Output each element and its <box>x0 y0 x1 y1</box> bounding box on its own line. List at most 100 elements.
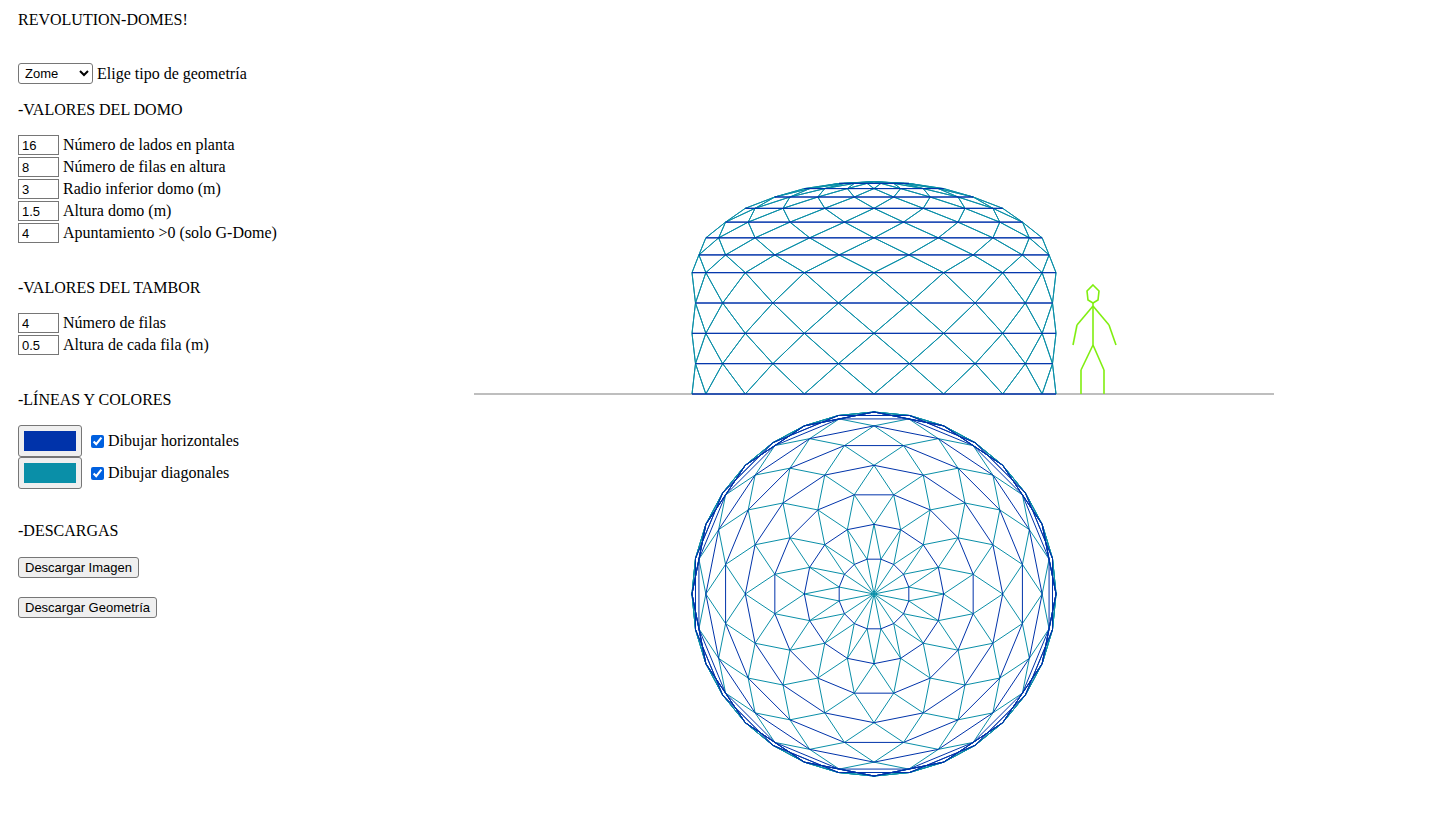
elevation-horizontal <box>699 254 726 255</box>
number-input[interactable] <box>18 335 59 355</box>
plan-horizontal <box>695 493 722 559</box>
plan-diagonal <box>838 773 874 776</box>
elevation-diagonal <box>1042 364 1052 394</box>
elevation-diagonal <box>1000 222 1030 238</box>
plan-diagonal <box>692 594 695 630</box>
plan-horizontal <box>965 643 993 685</box>
elevation-diagonal <box>699 255 706 273</box>
elevation-diagonal <box>775 189 810 197</box>
elevation-horizontal <box>775 197 790 198</box>
plan-horizontal <box>874 749 938 762</box>
elevation-horizontal <box>1003 333 1042 334</box>
elevation-horizontal <box>874 272 944 273</box>
elevation-horizontal <box>804 333 874 334</box>
elevation-diagonal <box>726 208 746 222</box>
elevation-diagonal <box>790 208 825 222</box>
plan-diagonal <box>867 559 874 594</box>
field-label: Radio inferior domo (m) <box>63 179 221 199</box>
field-label: Altura de cada fila (m) <box>63 335 209 355</box>
plan-horizontal <box>854 559 867 564</box>
number-input[interactable] <box>18 179 59 199</box>
elevation-diagonal <box>726 255 746 273</box>
elevation-horizontal <box>745 394 804 395</box>
elevation-diagonal <box>973 238 993 255</box>
plan-diagonal <box>838 773 874 776</box>
dome-heading: -VALORES DEL DOMO <box>18 101 182 119</box>
plan-diagonal <box>874 446 904 466</box>
elevation-diagonal <box>847 183 854 188</box>
plan-horizontal <box>993 475 1029 530</box>
color-picker[interactable] <box>18 457 82 489</box>
download-button[interactable]: Descargar Imagen <box>18 557 139 578</box>
plan-diagonal <box>874 564 894 594</box>
number-input[interactable] <box>18 201 59 221</box>
number-input[interactable] <box>18 157 59 177</box>
elevation-diagonal <box>1053 333 1056 363</box>
number-input[interactable] <box>18 313 59 333</box>
person-icon <box>1073 285 1116 394</box>
field-row: Altura domo (m) <box>18 201 277 223</box>
elevation-diagonal <box>719 222 726 238</box>
color-swatch <box>24 431 76 451</box>
elevation-diagonal <box>723 273 746 303</box>
elevation-horizontal <box>910 363 976 364</box>
plan-horizontal <box>1022 495 1049 559</box>
elevation-horizontal <box>910 303 976 304</box>
geometry-select[interactable]: Zome <box>18 63 93 84</box>
checkbox[interactable] <box>91 467 104 480</box>
elevation-horizontal <box>839 183 844 184</box>
plan-diagonal <box>881 530 901 560</box>
elevation-horizontal <box>965 208 993 209</box>
elevation-horizontal <box>695 303 722 304</box>
number-input[interactable] <box>18 223 59 243</box>
elevation-horizontal <box>783 208 825 209</box>
plan-diagonal <box>944 574 974 594</box>
elevation-diagonal <box>930 197 965 208</box>
elevation-horizontal <box>1042 333 1056 334</box>
elevation-diagonal <box>874 183 881 188</box>
field-label: Número de lados en planta <box>63 135 235 155</box>
elevation-diagonal <box>783 208 790 222</box>
plan-horizontal <box>726 693 775 742</box>
elevation-horizontal <box>881 183 894 184</box>
plan-diagonal <box>874 723 904 743</box>
elevation-diagonal <box>1025 364 1042 394</box>
plan-diagonal <box>910 415 944 425</box>
elevation-horizontal <box>838 303 909 304</box>
elevation-diagonal <box>692 303 695 333</box>
elevation-diagonal <box>965 208 1000 222</box>
plan-diagonal <box>847 530 854 565</box>
plan-diagonal <box>874 693 894 723</box>
elevation-diagonal <box>773 364 804 394</box>
elevation-diagonal <box>775 189 810 197</box>
plan-diagonal <box>901 510 931 530</box>
elevation-diagonal <box>973 238 993 255</box>
color-picker[interactable] <box>18 425 82 457</box>
download-button[interactable]: Descargar Geometría <box>18 597 157 618</box>
plan-horizontal <box>699 495 726 559</box>
elevation-horizontal <box>923 188 938 189</box>
plan-diagonal <box>719 624 726 659</box>
number-input[interactable] <box>18 135 59 155</box>
elevation-diagonal <box>723 364 746 394</box>
line-option: Dibujar horizontales <box>18 425 239 457</box>
elevation-horizontal <box>838 363 909 364</box>
elevation-diagonal <box>910 364 944 394</box>
elevation-horizontal <box>839 254 909 255</box>
plan-horizontal <box>719 658 755 713</box>
elevation-horizontal <box>1025 303 1052 304</box>
elevation-diagonal <box>745 333 773 363</box>
plan-diagonal <box>874 524 881 559</box>
elevation-diagonal <box>748 208 783 222</box>
elevation-horizontal <box>825 208 874 209</box>
elevation-horizontal <box>993 208 1003 209</box>
elevation-horizontal <box>1003 394 1042 395</box>
plan-diagonal <box>923 678 930 713</box>
elevation-horizontal <box>775 197 790 198</box>
plan-horizontal <box>818 495 854 510</box>
elevation-diagonal <box>975 303 1003 333</box>
elevation-diagonal <box>938 189 973 197</box>
elevation-diagonal <box>867 183 874 188</box>
elevation-diagonal <box>723 364 746 394</box>
checkbox[interactable] <box>91 435 104 448</box>
